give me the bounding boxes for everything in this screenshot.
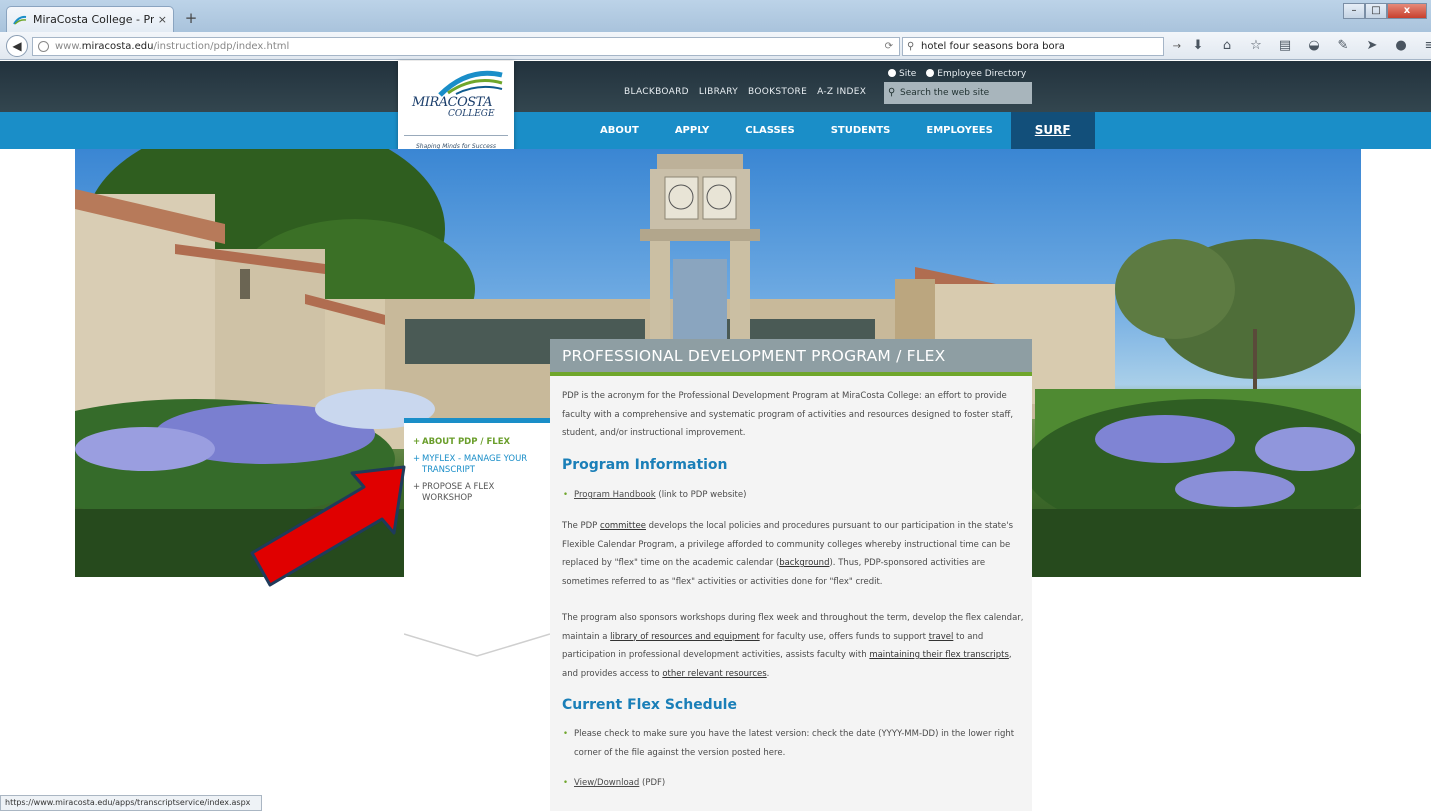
heading-program-information: Program Information	[562, 457, 728, 473]
main-content-panel: PROFESSIONAL DEVELOPMENT PROGRAM / FLEX …	[550, 339, 1032, 811]
main-navigation: ABOUT APPLY CLASSES STUDENTS EMPLOYEES S…	[582, 112, 1095, 149]
browser-toolbar: ⬇ ⌂ ☆ ▤ ◒ ✎ ➤ ● ≡	[1190, 38, 1431, 53]
sidebar-chevron-icon	[404, 633, 550, 657]
travel-link[interactable]: travel	[929, 632, 954, 642]
browser-tab-title: MiraCosta College - Profes...	[33, 13, 154, 26]
flex-transcripts-link[interactable]: maintaining their flex transcripts	[869, 650, 1009, 660]
window-close-icon[interactable]: x	[1387, 3, 1427, 19]
hamburger-menu-icon[interactable]: ≡	[1422, 38, 1431, 53]
browser-tab[interactable]: MiraCosta College - Profes... ×	[6, 6, 174, 32]
sidebar-menu: + About PDP / Flex + MyFlex - Manage You…	[404, 418, 550, 628]
browser-search-value: hotel four seasons bora bora	[921, 41, 1065, 52]
bullet-icon: •	[563, 778, 569, 788]
sidebar-item-propose-workshop[interactable]: + Propose A Flex Workshop	[412, 482, 542, 504]
program-paragraph: The program also sponsors workshops duri…	[562, 609, 1026, 683]
reload-icon[interactable]: ⟳	[885, 38, 893, 55]
url-prefix: www.	[55, 41, 82, 52]
search-go-icon[interactable]: →	[1173, 38, 1181, 55]
library-link[interactable]: library of resources and equipment	[610, 632, 760, 642]
radio-site-label: Site	[899, 69, 917, 79]
new-tab-button[interactable]: +	[180, 9, 202, 27]
nav-surf[interactable]: SURF	[1010, 112, 1095, 149]
program-handbook-link[interactable]: Program Handbook	[574, 490, 656, 500]
other-resources-link[interactable]: other relevant resources	[662, 669, 766, 679]
radio-site[interactable]: Site	[888, 69, 916, 79]
sidebar-item-label: Propose A Flex Workshop	[422, 482, 495, 503]
search-icon: ⚲	[888, 87, 896, 98]
address-bar[interactable]: www.miracosta.edu/instruction/pdp/index.…	[32, 37, 900, 56]
p2-text-b: for faculty use, offers funds to support	[759, 631, 929, 642]
radio-icon	[926, 69, 935, 77]
browser-navigation-bar: ◀ www.miracosta.edu/instruction/pdp/inde…	[0, 32, 1431, 60]
pocket-icon[interactable]: ◒	[1306, 38, 1322, 53]
bullet-icon: +	[413, 437, 421, 447]
committee-paragraph: The PDP committee develops the local pol…	[562, 517, 1026, 591]
send-icon[interactable]: ➤	[1364, 38, 1380, 53]
p2-text-e: .	[766, 668, 770, 679]
list-item: • Program Handbook (link to PDP website)	[562, 486, 1026, 505]
search-icon: ⚲	[907, 41, 915, 52]
page-title: PROFESSIONAL DEVELOPMENT PROGRAM / FLEX	[562, 347, 946, 365]
url-domain: miracosta.edu	[81, 41, 154, 52]
miracosta-logo[interactable]: MIRACOSTA COLLEGE Shaping Minds for Succ…	[398, 61, 514, 161]
red-arrow-icon	[250, 465, 406, 587]
site-search-placeholder: Search the web site	[900, 88, 990, 98]
tab-close-icon[interactable]: ×	[158, 13, 167, 26]
globe-icon	[38, 41, 49, 52]
site-search-input[interactable]: ⚲ Search the web site	[884, 82, 1032, 104]
nav-employees[interactable]: EMPLOYEES	[908, 112, 1010, 149]
logo-name: MIRACOSTA	[412, 95, 492, 110]
chat-icon[interactable]: ●	[1393, 38, 1409, 53]
sidebar-item-about-pdp[interactable]: + About PDP / Flex	[412, 437, 542, 448]
bookmark-star-icon[interactable]: ☆	[1248, 38, 1264, 53]
download-icon[interactable]: ⬇	[1190, 38, 1206, 53]
handbook-note: (link to PDP website)	[655, 490, 747, 500]
list-item: • View/Download (PDF)	[562, 774, 1026, 793]
logo-wave-icon	[438, 70, 503, 97]
nav-students[interactable]: STUDENTS	[813, 112, 909, 149]
logo-divider	[404, 135, 508, 136]
list-item: • Please check to make sure you have the…	[562, 725, 1026, 762]
view-download-link[interactable]: View/Download	[574, 778, 639, 788]
window-controls: – □ x	[1343, 3, 1427, 19]
download-note: (PDF)	[639, 778, 666, 788]
link-bookstore[interactable]: BOOKSTORE	[748, 87, 807, 97]
p1-text-a: The PDP	[562, 521, 601, 531]
sidebar-item-myflex[interactable]: + MyFlex - Manage Your Transcript	[412, 454, 542, 476]
nav-about[interactable]: ABOUT	[582, 112, 657, 149]
radio-icon	[888, 69, 896, 77]
radio-employee-directory[interactable]: Employee Directory	[926, 69, 1026, 79]
status-bar-url: https://www.miracosta.edu/apps/transcrip…	[0, 795, 262, 811]
intro-paragraph: PDP is the acronym for the Professional …	[562, 391, 1014, 438]
committee-link[interactable]: committee	[600, 521, 646, 531]
schedule-note: Please check to make sure you have the l…	[574, 729, 1015, 758]
heading-current-flex-schedule: Current Flex Schedule	[562, 697, 737, 713]
link-blackboard[interactable]: BLACKBOARD	[624, 87, 689, 97]
sidebar-item-label: MyFlex - Manage Your Transcript	[422, 454, 528, 475]
sidebar-item-label: About PDP / Flex	[422, 437, 511, 447]
bullet-icon: •	[563, 490, 569, 500]
utility-links: BLACKBOARD LIBRARY BOOKSTORE A-Z INDEX	[624, 87, 866, 97]
content-title-bar: PROFESSIONAL DEVELOPMENT PROGRAM / FLEX	[550, 339, 1032, 376]
nav-classes[interactable]: CLASSES	[727, 112, 812, 149]
browser-search-input[interactable]: ⚲ hotel four seasons bora bora →	[902, 37, 1181, 56]
maximize-icon[interactable]: □	[1365, 3, 1387, 19]
back-arrow-icon[interactable]: ◀	[6, 35, 28, 57]
link-az-index[interactable]: A-Z INDEX	[817, 87, 866, 97]
radio-directory-label: Employee Directory	[937, 69, 1027, 79]
search-scope-options: Site Employee Directory	[888, 69, 1026, 79]
minimize-icon[interactable]: –	[1343, 3, 1365, 19]
nav-apply[interactable]: APPLY	[657, 112, 727, 149]
logo-sub: COLLEGE	[448, 109, 495, 119]
bookmarks-menu-icon[interactable]: ▤	[1277, 38, 1293, 53]
miracosta-favicon-icon	[13, 15, 27, 25]
browser-tab-strip: MiraCosta College - Profes... × + – □ x	[0, 0, 1431, 32]
extension-icon[interactable]: ✎	[1335, 38, 1351, 53]
home-icon[interactable]: ⌂	[1219, 38, 1235, 53]
bullet-icon: •	[563, 729, 569, 739]
background-link[interactable]: background	[779, 558, 829, 568]
link-library[interactable]: LIBRARY	[699, 87, 738, 97]
url-path: /instruction/pdp/index.html	[153, 41, 290, 52]
